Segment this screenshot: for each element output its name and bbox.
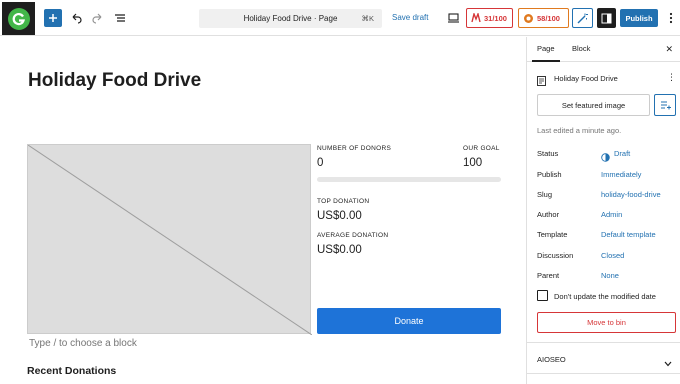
- status-label: Status: [537, 149, 559, 158]
- goal-value: 100: [463, 157, 483, 169]
- discussion-value[interactable]: Closed: [601, 251, 624, 260]
- author-value[interactable]: Admin: [601, 210, 622, 219]
- page-document-icon: [537, 73, 546, 91]
- draft-status-icon: [601, 149, 610, 167]
- placeholder-diagonal: [27, 144, 313, 336]
- seo-score-icon: [471, 13, 481, 23]
- more-options-icon[interactable]: [662, 9, 680, 27]
- image-placeholder[interactable]: [27, 144, 313, 336]
- tab-page[interactable]: Page: [537, 44, 555, 53]
- magic-wand-icon: [577, 13, 588, 23]
- top-toolbar: Holiday Food Drive · Page ⌘K Save draft …: [0, 0, 680, 36]
- seo-score-value: 31/100: [484, 13, 507, 23]
- active-tab-indicator: [532, 60, 560, 62]
- donation-progress-bar: [317, 177, 501, 182]
- donors-label: NUMBER OF DONORS: [317, 145, 392, 152]
- page-title[interactable]: Holiday Food Drive: [28, 70, 201, 92]
- command-shortcut: ⌘K: [361, 14, 374, 23]
- template-value[interactable]: Default template: [601, 230, 656, 239]
- slug-value[interactable]: holiday-food-drive: [601, 190, 661, 199]
- block-appender-hint[interactable]: Type / to choose a block: [29, 338, 137, 349]
- excerpt-button[interactable]: [654, 94, 676, 116]
- sidebar-toggle-icon: [601, 13, 612, 23]
- command-bar-title: Holiday Food Drive · Page: [243, 14, 338, 23]
- average-donation-label: AVERAGE DONATION: [317, 232, 389, 239]
- document-overview-icon[interactable]: [111, 9, 129, 27]
- save-draft-button[interactable]: Save draft: [392, 13, 428, 22]
- author-label: Author: [537, 210, 560, 219]
- command-bar[interactable]: Holiday Food Drive · Page ⌘K: [199, 9, 382, 28]
- preview-icon[interactable]: [444, 9, 462, 27]
- magic-wand-button[interactable]: [572, 8, 593, 28]
- settings-sidebar: Page Block ✕ Holiday Food Drive ⋮ Set fe…: [526, 37, 680, 384]
- readability-score-badge[interactable]: 58/100: [518, 8, 569, 28]
- document-title: Holiday Food Drive: [554, 74, 618, 83]
- recent-donations-heading[interactable]: Recent Donations: [27, 365, 116, 377]
- logo-icon: [7, 7, 30, 30]
- top-donation-value: US$0.00: [317, 210, 362, 222]
- goal-label: OUR GOAL: [463, 145, 500, 152]
- sidebar-tabs: Page Block ✕: [527, 37, 680, 62]
- add-block-button[interactable]: [44, 9, 62, 27]
- last-edited-text: Last edited a minute ago.: [537, 126, 622, 135]
- discussion-label: Discussion: [537, 251, 574, 260]
- set-featured-image-button[interactable]: Set featured image: [537, 94, 650, 116]
- editor-canvas: Holiday Food Drive NUMBER OF DONORS OUR …: [0, 37, 526, 384]
- aioseo-label: AIOSEO: [537, 355, 566, 364]
- aioseo-panel-toggle[interactable]: AIOSEO: [527, 342, 680, 374]
- seo-score-badge[interactable]: 31/100: [466, 8, 513, 28]
- site-logo[interactable]: [2, 2, 35, 35]
- publish-button[interactable]: Publish: [620, 9, 658, 27]
- template-label: Template: [537, 230, 568, 239]
- list-add-icon: [660, 101, 671, 110]
- top-donation-label: TOP DONATION: [317, 198, 370, 205]
- tab-block[interactable]: Block: [572, 44, 590, 53]
- modified-date-checkbox[interactable]: [537, 290, 548, 301]
- status-value[interactable]: Draft: [614, 149, 630, 158]
- donors-value: 0: [317, 157, 324, 169]
- close-icon[interactable]: ✕: [665, 44, 673, 55]
- parent-value[interactable]: None: [601, 271, 619, 280]
- document-actions-icon[interactable]: ⋮: [667, 72, 676, 83]
- readability-score-icon: [524, 13, 533, 23]
- modified-date-label: Don't update the modified date: [554, 292, 656, 301]
- publish-label: Publish: [537, 170, 562, 179]
- slug-label: Slug: [537, 190, 553, 199]
- undo-icon[interactable]: [67, 9, 85, 27]
- publish-value[interactable]: Immediately: [601, 170, 641, 179]
- parent-label: Parent: [537, 271, 560, 280]
- move-to-bin-button[interactable]: Move to bin: [537, 312, 676, 333]
- chevron-down-icon: [664, 354, 672, 372]
- donate-button[interactable]: Donate: [317, 308, 501, 334]
- redo-icon[interactable]: [89, 9, 107, 27]
- readability-score-value: 58/100: [537, 13, 560, 23]
- settings-sidebar-button[interactable]: [597, 8, 616, 28]
- average-donation-value: US$0.00: [317, 244, 362, 256]
